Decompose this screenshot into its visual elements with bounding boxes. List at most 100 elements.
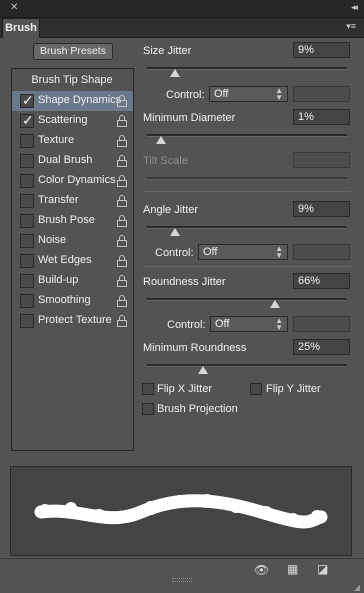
lock-icon[interactable]	[117, 295, 127, 307]
option-label: Wet Edges	[38, 254, 92, 266]
tip-option-shape-dynamics[interactable]: ✓ Shape Dynamics	[12, 91, 133, 111]
option-label: Brush Pose	[38, 214, 95, 226]
brush-presets-button[interactable]: Brush Presets	[33, 43, 113, 60]
lock-icon[interactable]	[117, 95, 127, 107]
roundness-control-value: Off	[215, 318, 230, 330]
angle-jitter-value[interactable]: 9%	[293, 201, 350, 217]
flip-y-jitter-checkbox[interactable]	[250, 383, 262, 395]
lock-icon[interactable]	[117, 175, 127, 187]
angle-jitter-slider-thumb[interactable]	[169, 228, 180, 236]
tab-brush[interactable]: Brush	[2, 18, 40, 38]
minimum-roundness-value[interactable]: 25%	[293, 339, 350, 355]
option-label: Scattering	[38, 114, 88, 126]
roundness-jitter-slider[interactable]	[147, 298, 347, 301]
option-checkbox[interactable]	[20, 134, 34, 148]
select-arrows-icon: ▲ ▼	[275, 86, 283, 102]
angle-control-field	[293, 244, 350, 260]
stroke-preview	[10, 466, 352, 556]
panel-title-strip	[0, 0, 364, 18]
brush-stroke-preview	[34, 494, 328, 529]
grid-icon[interactable]: ▦	[287, 562, 298, 576]
option-checkbox[interactable]	[20, 214, 34, 228]
minimum-roundness-slider[interactable]	[147, 364, 347, 367]
minimum-roundness-slider-thumb[interactable]	[198, 366, 208, 374]
option-checkbox[interactable]	[20, 294, 34, 308]
roundness-jitter-slider-thumb[interactable]	[270, 300, 281, 308]
angle-jitter-label: Angle Jitter	[143, 204, 199, 216]
tip-option-protect-texture[interactable]: Protect Texture	[12, 311, 133, 331]
option-label: Color Dynamics	[38, 174, 116, 186]
flip-x-jitter-checkbox[interactable]	[142, 383, 154, 395]
tip-option-smoothing[interactable]: Smoothing	[12, 291, 133, 311]
angle-control-label: Control:	[155, 247, 194, 259]
lock-icon[interactable]	[117, 255, 127, 267]
roundness-jitter-value[interactable]: 66%	[293, 273, 350, 289]
size-control-value: Off	[214, 88, 229, 100]
tip-option-transfer[interactable]: Transfer	[12, 191, 133, 211]
size-control-field	[293, 86, 350, 102]
tilt-scale-value	[293, 152, 350, 168]
size-jitter-slider-thumb[interactable]	[169, 69, 180, 77]
tip-option-texture[interactable]: Texture	[12, 131, 133, 151]
lock-icon[interactable]	[117, 215, 127, 227]
lock-icon[interactable]	[117, 155, 127, 167]
lock-icon[interactable]	[117, 195, 127, 207]
option-checkbox[interactable]	[20, 314, 34, 328]
option-checkbox[interactable]	[20, 174, 34, 188]
option-label: Smoothing	[38, 294, 91, 306]
tilt-scale-slider	[147, 177, 347, 180]
collapse-icon[interactable]: ◂◂	[351, 2, 358, 13]
option-label: Noise	[38, 234, 67, 246]
new-page-icon[interactable]: ◪	[317, 562, 328, 576]
tip-option-wet-edges[interactable]: Wet Edges	[12, 251, 133, 271]
bottom-toolbar	[0, 558, 364, 593]
lock-icon[interactable]	[117, 235, 127, 247]
brush-projection-checkbox[interactable]	[142, 403, 154, 415]
resize-grip[interactable]	[172, 578, 192, 582]
lock-icon[interactable]	[117, 315, 127, 327]
option-label: Texture	[38, 134, 75, 146]
angle-control-value: Off	[203, 246, 218, 258]
resize-corner-icon[interactable]: ◢	[354, 583, 360, 592]
roundness-control-field	[293, 316, 350, 332]
tip-option-scattering[interactable]: ✓ Scattering	[12, 111, 133, 131]
tilt-scale-label: Tilt Scale	[143, 155, 188, 167]
checkmark-icon: ✓	[22, 92, 34, 108]
option-checkbox[interactable]	[20, 234, 34, 248]
size-jitter-value[interactable]: 9%	[293, 42, 350, 58]
panel-menu-icon[interactable]: ▾≡	[346, 21, 356, 32]
lock-icon[interactable]	[117, 275, 127, 287]
eye-brush-icon[interactable]: 👁︎	[254, 563, 269, 577]
roundness-control-select[interactable]: Off ▲ ▼	[210, 316, 288, 332]
option-checkbox[interactable]: ✓	[20, 92, 34, 108]
lock-icon[interactable]	[117, 135, 127, 147]
close-icon[interactable]: ✕	[10, 2, 18, 13]
tip-option-brush-pose[interactable]: Brush Pose	[12, 211, 133, 231]
tip-option-build-up[interactable]: Build-up	[12, 271, 133, 291]
tip-option-color-dynamics[interactable]: Color Dynamics	[12, 171, 133, 191]
tab-row: Brush ▾≡	[0, 18, 364, 38]
brush-projection-label: Brush Projection	[157, 403, 238, 415]
brush-tip-shape-item[interactable]: Brush Tip Shape	[11, 74, 133, 86]
option-label: Dual Brush	[38, 154, 93, 166]
size-control-select[interactable]: Off ▲ ▼	[209, 86, 288, 102]
lock-icon[interactable]	[117, 115, 127, 127]
option-checkbox[interactable]	[20, 254, 34, 268]
roundness-jitter-label: Roundness Jitter	[143, 276, 226, 288]
minimum-diameter-slider-thumb[interactable]	[155, 136, 166, 144]
option-checkbox[interactable]	[20, 194, 34, 208]
divider	[143, 191, 351, 192]
minimum-diameter-slider[interactable]	[147, 134, 347, 137]
tip-option-noise[interactable]: Noise	[12, 231, 133, 251]
roundness-control-label: Control:	[167, 319, 206, 331]
option-label: Shape Dynamics	[38, 94, 122, 106]
size-control-label: Control:	[166, 89, 205, 101]
option-checkbox[interactable]	[20, 154, 34, 168]
option-checkbox[interactable]: ✓	[20, 112, 34, 128]
option-checkbox[interactable]	[20, 274, 34, 288]
minimum-diameter-value[interactable]: 1%	[293, 109, 350, 125]
select-arrows-icon: ▲ ▼	[275, 244, 283, 260]
angle-control-select[interactable]: Off ▲ ▼	[198, 244, 288, 260]
tip-option-dual-brush[interactable]: Dual Brush	[12, 151, 133, 171]
option-label: Transfer	[38, 194, 79, 206]
